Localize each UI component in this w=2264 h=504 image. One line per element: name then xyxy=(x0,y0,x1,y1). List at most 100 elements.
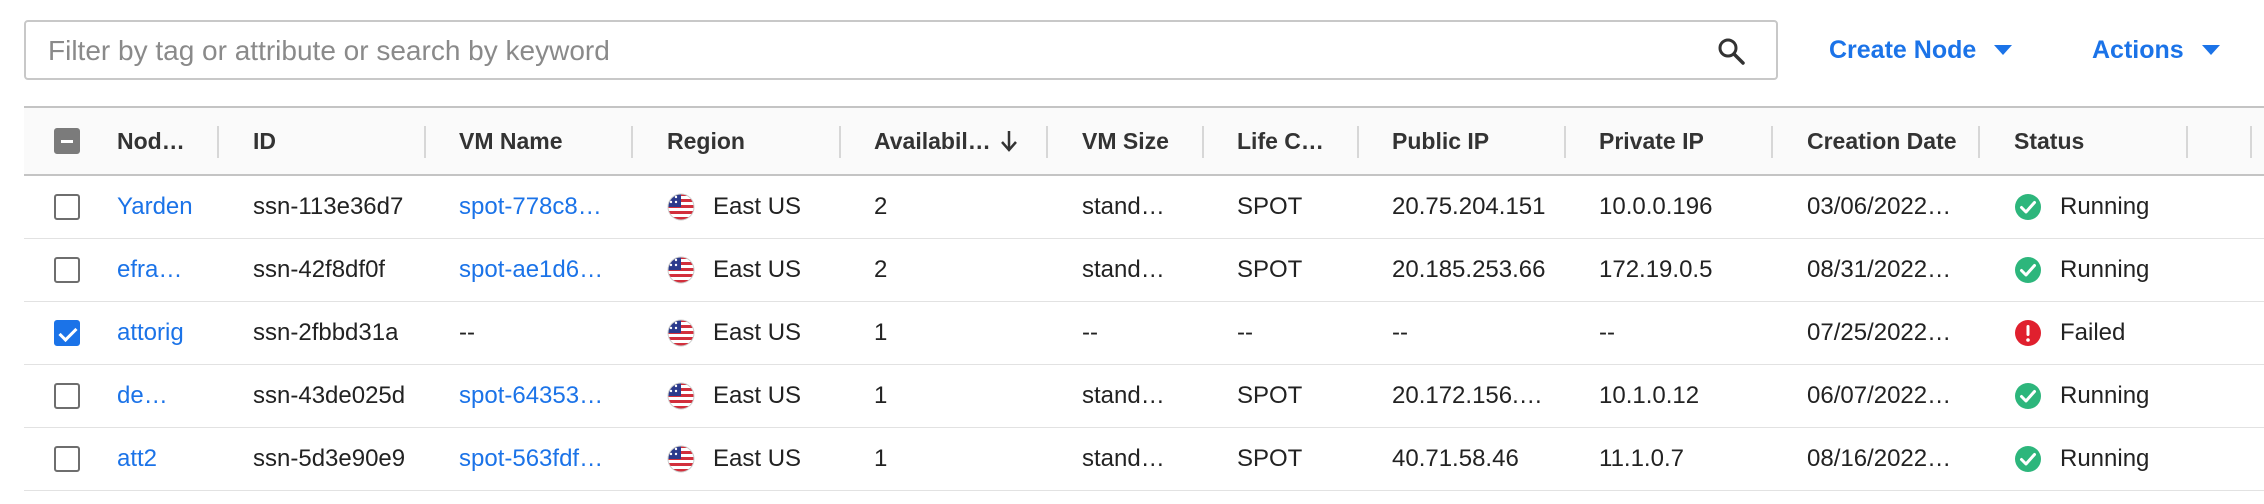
actions-button[interactable]: Actions xyxy=(2092,28,2220,72)
node-name-link-text[interactable]: attorig xyxy=(117,319,184,347)
node-id-text: ssn-43de025d xyxy=(253,382,406,409)
table-row[interactable]: attorig ssn-2fbbd31a -- East US 1 -- -- -- -- 07/… xyxy=(24,302,2264,365)
chevron-down-icon xyxy=(1994,45,2013,55)
us-flag-icon xyxy=(667,445,695,473)
status-cell-text: Running xyxy=(2060,193,2150,220)
node-name-link[interactable]: Yarden xyxy=(117,176,193,238)
vm-name-link-text: -- xyxy=(459,319,475,346)
lifecycle-value-text: SPOT xyxy=(1237,445,1303,472)
vm-name-link-text[interactable]: spot-563fdf… xyxy=(459,445,603,473)
status-cell: Running xyxy=(2014,239,2149,301)
vm-name-link: -- xyxy=(459,302,475,364)
private-ip-value: 10.1.0.12 xyxy=(1599,365,1699,427)
private-ip-value-text: 172.19.0.5 xyxy=(1599,256,1713,283)
creation-date-value: 07/25/2022… xyxy=(1807,302,1951,364)
sort-descending-icon xyxy=(1000,131,1017,152)
us-flag-icon xyxy=(667,256,695,284)
column-resize-handle[interactable] xyxy=(217,126,219,158)
creation-date-value: 06/07/2022… xyxy=(1807,365,1951,427)
availability-value-text: 2 xyxy=(874,256,888,283)
node-name-link[interactable]: efra… xyxy=(117,239,182,301)
row-checkbox[interactable] xyxy=(54,320,80,346)
row-checkbox[interactable] xyxy=(54,194,80,220)
status-cell-text: Running xyxy=(2060,382,2150,409)
vm-name-link-text[interactable]: spot-64353… xyxy=(459,382,603,410)
column-header-region[interactable]: Region xyxy=(667,108,745,174)
column-resize-handle[interactable] xyxy=(1771,126,1773,158)
column-header-node-name[interactable]: Nod… xyxy=(117,108,185,174)
column-header-private-ip[interactable]: Private IP xyxy=(1599,108,1704,174)
column-resize-handle[interactable] xyxy=(1046,126,1048,158)
column-resize-handle[interactable] xyxy=(1978,126,1980,158)
public-ip-value: 40.71.58.46 xyxy=(1392,428,1519,490)
search-icon[interactable] xyxy=(1716,36,1746,66)
table-row[interactable]: Yarden ssn-113e36d7 spot-778c8… East US 2 sta… xyxy=(24,176,2264,239)
search-box[interactable] xyxy=(24,20,1778,80)
vm-name-link[interactable]: spot-563fdf… xyxy=(459,428,603,490)
node-id-text: ssn-42f8df0f xyxy=(253,256,386,283)
node-name-link-text[interactable]: de… xyxy=(117,382,168,410)
region-cell-text: East US xyxy=(713,445,802,472)
node-name-link-text[interactable]: att2 xyxy=(117,445,157,473)
node-name-link[interactable]: de… xyxy=(117,365,168,427)
row-checkbox[interactable] xyxy=(54,383,80,409)
table-body: Yarden ssn-113e36d7 spot-778c8… East US 2 sta… xyxy=(24,176,2264,491)
vm-name-link[interactable]: spot-64353… xyxy=(459,365,603,427)
vm-size-value-text: stand… xyxy=(1082,256,1165,283)
region-cell: East US xyxy=(667,365,801,427)
us-flag-icon xyxy=(667,193,695,221)
public-ip-value: 20.75.204.151 xyxy=(1392,176,1545,238)
availability-value: 1 xyxy=(874,302,887,364)
column-resize-handle[interactable] xyxy=(839,126,841,158)
creation-date-value-text: 08/16/2022… xyxy=(1807,445,1952,472)
column-resize-handle[interactable] xyxy=(1357,126,1359,158)
vm-name-link-text[interactable]: spot-778c8… xyxy=(459,193,602,221)
vm-name-link[interactable]: spot-778c8… xyxy=(459,176,602,238)
creation-date-value-text: 06/07/2022… xyxy=(1807,382,1952,409)
node-name-link[interactable]: att2 xyxy=(117,428,157,490)
column-resize-handle[interactable] xyxy=(2250,126,2252,158)
status-cell: Failed xyxy=(2014,302,2125,364)
availability-value: 1 xyxy=(874,365,887,427)
node-name-link-text[interactable]: Yarden xyxy=(117,193,193,221)
column-header-availability[interactable]: Availabil… xyxy=(874,108,1019,174)
chevron-down-icon xyxy=(2201,45,2220,55)
public-ip-value-text: 20.75.204.151 xyxy=(1392,193,1546,220)
select-all-checkbox[interactable] xyxy=(54,128,80,154)
toolbar: Create Node Actions xyxy=(24,20,2264,82)
row-checkbox[interactable] xyxy=(54,446,80,472)
column-resize-handle[interactable] xyxy=(424,126,426,158)
create-node-button[interactable]: Create Node xyxy=(1829,28,2013,72)
vm-size-value: stand… xyxy=(1082,365,1165,427)
status-cell: Running xyxy=(2014,428,2149,490)
private-ip-value: 10.0.0.196 xyxy=(1599,176,1712,238)
column-resize-handle[interactable] xyxy=(1202,126,1204,158)
column-resize-handle[interactable] xyxy=(1564,126,1566,158)
vm-size-value-text: -- xyxy=(1082,319,1098,346)
column-header-public-ip[interactable]: Public IP xyxy=(1392,108,1489,174)
status-cell: Running xyxy=(2014,176,2149,238)
column-header-status[interactable]: Status xyxy=(2014,108,2084,174)
availability-value-text: 1 xyxy=(874,445,888,472)
node-name-link-text[interactable]: efra… xyxy=(117,256,182,284)
search-input[interactable] xyxy=(46,22,1690,80)
column-resize-handle[interactable] xyxy=(2186,126,2188,158)
node-id: ssn-5d3e90e9 xyxy=(253,428,405,490)
column-header-vm-size[interactable]: VM Size xyxy=(1082,108,1169,174)
node-name-link[interactable]: attorig xyxy=(117,302,184,364)
creation-date-value-text: 07/25/2022… xyxy=(1807,319,1952,346)
row-checkbox[interactable] xyxy=(54,257,80,283)
status-cell-text: Running xyxy=(2060,445,2150,472)
vm-name-link-text[interactable]: spot-ae1d6… xyxy=(459,256,603,284)
table-row[interactable]: att2 ssn-5d3e90e9 spot-563fdf… East US 1 stan… xyxy=(24,428,2264,491)
column-header-vm-name[interactable]: VM Name xyxy=(459,108,563,174)
actions-label: Actions xyxy=(2092,35,2184,64)
column-header-id[interactable]: ID xyxy=(253,108,276,174)
column-resize-handle[interactable] xyxy=(631,126,633,158)
table-row[interactable]: efra… ssn-42f8df0f spot-ae1d6… East US 2 stan… xyxy=(24,239,2264,302)
region-cell-text: East US xyxy=(713,319,802,346)
table-row[interactable]: de… ssn-43de025d spot-64353… East US 1 stand…… xyxy=(24,365,2264,428)
column-header-lifecycle[interactable]: Life C… xyxy=(1237,108,1324,174)
column-header-creation-date[interactable]: Creation Date xyxy=(1807,108,1957,174)
vm-name-link[interactable]: spot-ae1d6… xyxy=(459,239,603,301)
